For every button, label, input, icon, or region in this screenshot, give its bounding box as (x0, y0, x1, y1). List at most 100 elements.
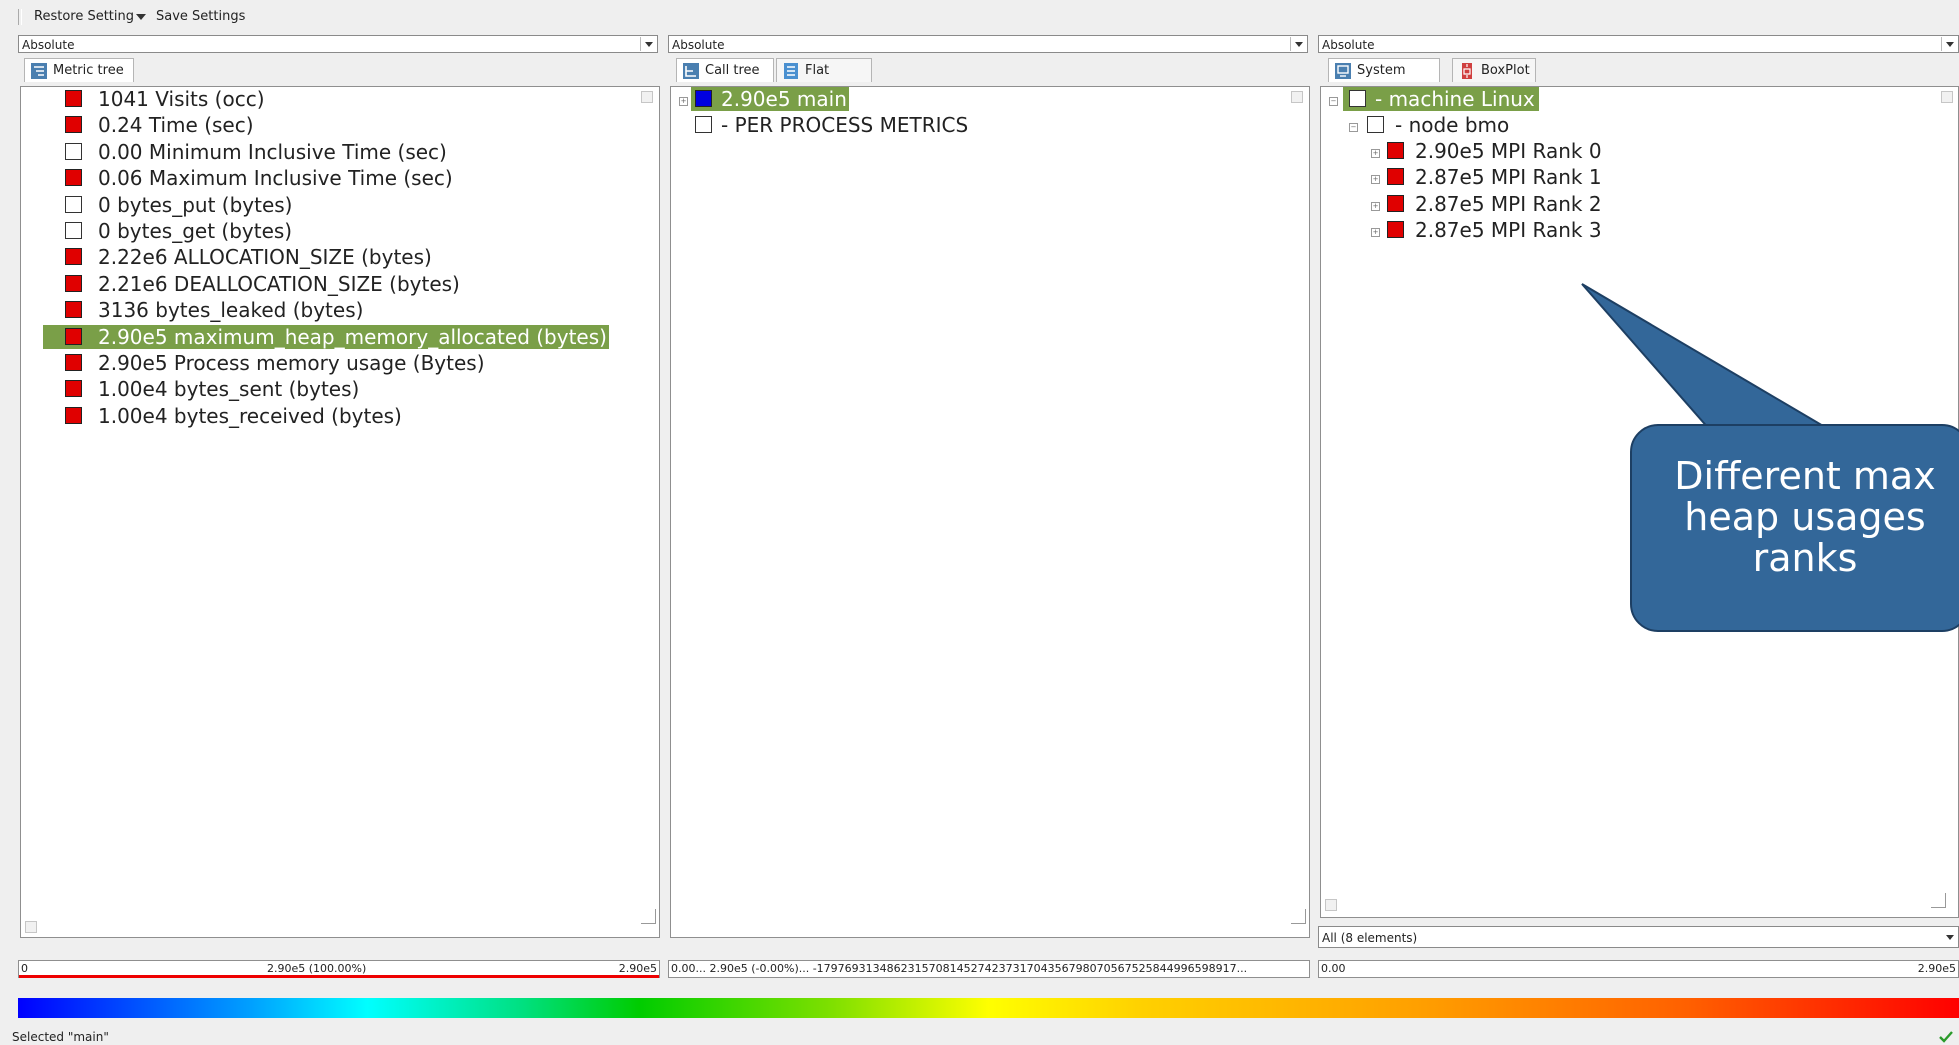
metric-item[interactable]: 1.00e4 bytes_received (bytes) (43, 404, 402, 428)
color-box (65, 274, 82, 292)
metric-item[interactable]: 2.22e6 ALLOCATION_SIZE (bytes) (43, 245, 432, 269)
middle-mode-select[interactable]: Absolute (668, 35, 1308, 53)
tree-item-rank[interactable]: 2.87e5 MPI Rank 3 (1383, 218, 1602, 242)
color-box (1387, 142, 1404, 159)
metric-item[interactable]: 2.21e6 DEALLOCATION_SIZE (bytes) (43, 272, 460, 296)
tab-boxplot[interactable]: BoxPlot (1452, 58, 1536, 82)
scroll-up-button[interactable] (1941, 91, 1953, 103)
metric-item[interactable]: 0.06 Maximum Inclusive Time (sec) (43, 166, 453, 190)
metric-item[interactable]: 3136 bytes_leaked (bytes) (43, 298, 363, 322)
expand-icon[interactable]: + (1371, 149, 1380, 158)
tab-boxplot-label: BoxPlot (1481, 63, 1530, 78)
tab-system-tree[interactable]: System tree (1328, 58, 1440, 102)
metric-item[interactable]: 1041 Visits (occ) (43, 87, 265, 111)
tree-item-rank[interactable]: 2.87e5 MPI Rank 1 (1383, 165, 1602, 189)
tree-item-rank[interactable]: 2.87e5 MPI Rank 2 (1383, 192, 1602, 216)
tab-call-tree-label: Call tree (705, 63, 760, 78)
metric-item[interactable]: 0.24 Time (sec) (43, 113, 254, 137)
toolbar: Restore Setting Save Settings (0, 0, 1959, 33)
chevron-down-icon (1295, 42, 1303, 47)
tree-item-node[interactable]: - node bmo (1365, 113, 1509, 137)
callout-line-3: ranks (1752, 536, 1858, 580)
metric-item[interactable]: 2.90e5 maximum_heap_memory_allocated (by… (43, 324, 609, 349)
tree-item-per-process-metrics[interactable]: - PER PROCESS METRICS (691, 113, 968, 137)
left-mode-select[interactable]: Absolute (18, 35, 658, 53)
collapse-icon[interactable]: − (1329, 97, 1338, 106)
metric-item[interactable]: 0 bytes_get (bytes) (43, 219, 292, 243)
restore-setting-button[interactable]: Restore Setting (34, 8, 134, 26)
left-color-scale: 0 2.90e5 (100.00%) 2.90e5 (18, 960, 660, 978)
color-box (65, 90, 82, 107)
color-box (1387, 168, 1404, 186)
status-text: Selected "main" (12, 1030, 109, 1044)
tree-item-rank[interactable]: 2.90e5 MPI Rank 0 (1383, 139, 1602, 163)
restore-dropdown-icon[interactable] (136, 14, 146, 20)
call-tree-icon (683, 63, 699, 79)
right-color-scale: 0.00 2.90e5 (1318, 960, 1959, 978)
color-box (65, 142, 82, 160)
color-box (1387, 194, 1404, 212)
boxplot-icon (1462, 63, 1472, 79)
element-filter-value: All (8 elements) (1322, 931, 1418, 945)
tree-item-main[interactable]: 2.90e5 main (691, 87, 849, 111)
middle-color-scale: 0.00... 2.90e5 (-0.00%)... -179769313486… (668, 960, 1310, 978)
callout-pointer (1581, 283, 1834, 431)
color-box (1387, 221, 1404, 239)
toolbar-grip[interactable] (18, 9, 22, 25)
tab-call-tree[interactable]: Call tree (676, 58, 774, 82)
right-scale-min: 0.00 (1321, 962, 1346, 975)
color-box (65, 301, 82, 319)
expand-icon[interactable]: + (679, 97, 688, 106)
middle-scale-text: 0.00... 2.90e5 (-0.00%)... -179769313486… (671, 962, 1248, 975)
collapse-icon[interactable]: − (1349, 123, 1358, 132)
metric-item[interactable]: 0.00 Minimum Inclusive Time (sec) (43, 140, 447, 164)
tab-metric-tree-label: Metric tree (53, 63, 124, 78)
resize-grip[interactable] (641, 909, 656, 924)
scroll-up-button[interactable] (1291, 91, 1303, 103)
resize-grip[interactable] (1291, 909, 1306, 924)
color-box (65, 195, 82, 213)
metric-item[interactable]: 0 bytes_put (bytes) (43, 193, 292, 217)
color-box (1367, 116, 1384, 133)
expand-icon[interactable]: + (1371, 175, 1380, 185)
save-settings-button[interactable]: Save Settings (156, 8, 245, 26)
metric-item[interactable]: 2.90e5 Process memory usage (Bytes) (43, 351, 485, 375)
tab-metric-tree[interactable]: Metric tree (24, 58, 134, 82)
scroll-left-button[interactable] (1325, 899, 1337, 911)
tree-item-machine[interactable]: - machine Linux (1343, 87, 1539, 111)
color-box (65, 222, 82, 239)
callout-line-1: Different max (1674, 454, 1936, 498)
right-mode-value: Absolute (1322, 38, 1375, 52)
right-mode-select[interactable]: Absolute (1318, 35, 1959, 53)
system-tree-icon (1335, 63, 1351, 79)
color-box (65, 248, 82, 266)
color-box (65, 380, 82, 398)
metric-tree-icon (31, 63, 47, 79)
color-box (65, 354, 82, 371)
scroll-up-button[interactable] (641, 91, 653, 103)
left-scale-bar (19, 975, 659, 978)
tab-flat-view[interactable]: Flat view (776, 58, 872, 102)
chevron-down-icon (1946, 42, 1954, 47)
metric-item[interactable]: 1.00e4 bytes_sent (bytes) (43, 377, 359, 401)
resize-grip[interactable] (1931, 893, 1946, 908)
ok-check-icon (1939, 1031, 1953, 1043)
color-box (695, 116, 712, 133)
color-gradient-legend (18, 998, 1959, 1018)
chevron-down-icon (645, 42, 653, 47)
color-box (65, 406, 82, 424)
chevron-down-icon (1946, 935, 1954, 940)
element-filter-select[interactable]: All (8 elements) (1318, 926, 1959, 948)
middle-mode-value: Absolute (672, 38, 725, 52)
call-tree-panel[interactable]: + 2.90e5 main - PER PROCESS METRICS (670, 86, 1310, 938)
left-mode-value: Absolute (22, 38, 75, 52)
callout-line-2: heap usages (1684, 495, 1926, 539)
expand-icon[interactable]: + (1371, 228, 1380, 238)
color-box (65, 116, 82, 134)
scroll-left-button[interactable] (25, 921, 37, 933)
color-box (65, 169, 82, 187)
color-box (1349, 90, 1366, 107)
expand-icon[interactable]: + (1371, 201, 1380, 211)
flat-view-icon (784, 63, 798, 79)
metric-tree-panel[interactable]: 1041 Visits (occ) 0.24 Time (sec) 0.00 Min… (20, 86, 660, 938)
